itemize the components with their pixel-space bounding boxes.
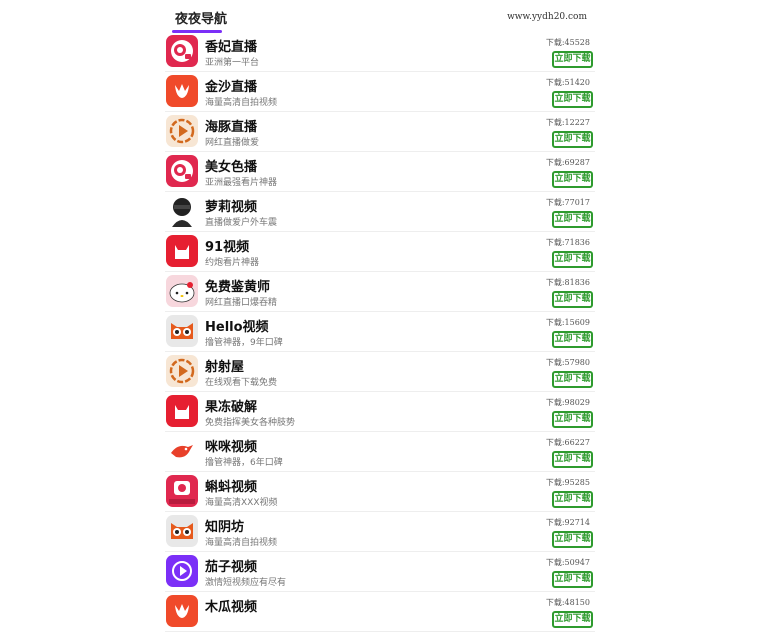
download-button[interactable]: 立即下载 — [552, 531, 593, 548]
app-name[interactable]: 蝌蚪视频 — [205, 476, 257, 495]
app-row[interactable]: 免费鉴黄师网红直播口爆吞精 下载:81836 立即下载 — [165, 273, 595, 312]
page: 夜夜导航 www.yydh20.com 香妃直播亚洲第一平台 下载:45528 立即… — [165, 0, 595, 633]
app-name[interactable]: 91视频 — [205, 236, 249, 255]
download-count: 下载:98029 — [545, 398, 590, 407]
download-count: 下载:15609 — [545, 318, 590, 327]
app-description: 激情短视频应有尽有 — [205, 578, 287, 588]
download-count: 下载:69287 — [545, 158, 590, 167]
play-icon[interactable] — [166, 355, 198, 387]
download-button[interactable]: 立即下载 — [552, 491, 593, 508]
download-count: 下载:95285 — [545, 478, 590, 487]
app-description: 海量高清XXX视频 — [205, 498, 278, 508]
app-name[interactable]: 茄子视频 — [205, 556, 257, 575]
hello-kitty-icon[interactable] — [166, 275, 198, 307]
app-row[interactable]: 果冻破解免费指挥美女各种肢势 下载:98029 立即下载 — [165, 393, 595, 432]
app-description: 撸管神器，6年口碑 — [205, 458, 283, 468]
download-button[interactable]: 立即下载 — [552, 411, 593, 428]
play-icon[interactable] — [166, 115, 198, 147]
app-description: 免费指挥美女各种肢势 — [205, 418, 296, 428]
app-name[interactable]: 香妃直播 — [205, 36, 257, 55]
app-name[interactable]: 知阴坊 — [205, 516, 244, 535]
cat-icon[interactable] — [166, 235, 198, 267]
app-row[interactable]: 射射屋在线观看下载免费 下载:57980 立即下载 — [165, 353, 595, 392]
download-count: 下载:48150 — [545, 598, 590, 607]
app-row[interactable]: 91视频约炮看片神器 下载:71836 立即下载 — [165, 233, 595, 272]
download-button[interactable]: 立即下载 — [552, 131, 593, 148]
download-button[interactable]: 立即下载 — [552, 291, 593, 308]
app-row[interactable]: 茄子视频激情短视频应有尽有 下载:50947 立即下载 — [165, 553, 595, 592]
app-row[interactable]: 咪咪视频撸管神器，6年口碑 下载:66227 立即下载 — [165, 433, 595, 472]
download-count: 下载:12227 — [545, 118, 590, 127]
app-description: 网红直播做爱 — [205, 138, 260, 148]
app-description: 海量高清自拍视频 — [205, 98, 278, 108]
download-button[interactable]: 立即下载 — [552, 211, 593, 228]
tulip-icon[interactable] — [166, 75, 198, 107]
camera-icon[interactable] — [166, 155, 198, 187]
camera-icon[interactable] — [166, 35, 198, 67]
download-count: 下载:77017 — [545, 198, 590, 207]
raccoon-icon[interactable] — [166, 315, 198, 347]
app-name[interactable]: 海豚直播 — [205, 116, 257, 135]
app-row[interactable]: 蝌蚪视频海量高清XXX视频 下载:95285 立即下载 — [165, 473, 595, 512]
play-circle-icon[interactable] — [166, 555, 198, 587]
download-button[interactable]: 立即下载 — [552, 331, 593, 348]
kedou-app-icon[interactable] — [166, 475, 198, 507]
download-count: 下载:71836 — [545, 238, 590, 247]
app-description: 海量高清自拍视频 — [205, 538, 278, 548]
app-row[interactable]: 萝莉视频直播做爱户外车震 下载:77017 立即下载 — [165, 193, 595, 232]
anime-avatar-icon[interactable] — [166, 195, 198, 227]
cat-icon[interactable] — [166, 395, 198, 427]
page-title[interactable]: 夜夜导航 — [175, 8, 227, 27]
app-description: 直播做爱户外车震 — [205, 218, 278, 228]
app-row[interactable]: 知阴坊海量高清自拍视频 下载:92714 立即下载 — [165, 513, 595, 552]
app-name[interactable]: 金沙直播 — [205, 76, 257, 95]
download-button[interactable]: 立即下载 — [552, 51, 593, 68]
app-name[interactable]: 萝莉视频 — [205, 196, 257, 215]
app-row[interactable]: 木瓜视频 下载:48150 立即下载 — [165, 593, 595, 632]
app-name[interactable]: 木瓜视频 — [205, 596, 257, 615]
bird-icon[interactable] — [166, 435, 198, 467]
app-name[interactable]: Hello视频 — [205, 316, 269, 335]
download-count: 下载:92714 — [545, 518, 590, 527]
download-button[interactable]: 立即下载 — [552, 451, 593, 468]
app-name[interactable]: 美女色播 — [205, 156, 257, 175]
app-description: 亚洲第一平台 — [205, 58, 260, 68]
app-description: 撸管神器，9年口碑 — [205, 338, 283, 348]
app-name[interactable]: 咪咪视频 — [205, 436, 257, 455]
app-row[interactable]: 金沙直播海量高清自拍视频 下载:51420 立即下载 — [165, 73, 595, 112]
download-button[interactable]: 立即下载 — [552, 91, 593, 108]
download-count: 下载:57980 — [545, 358, 590, 367]
download-button[interactable]: 立即下载 — [552, 251, 593, 268]
download-count: 下载:66227 — [545, 438, 590, 447]
site-url: www.yydh20.com — [507, 12, 587, 22]
download-button[interactable]: 立即下载 — [552, 571, 593, 588]
download-count: 下载:81836 — [545, 278, 590, 287]
app-list: 香妃直播 亚洲第一平台 下载:45528 立即下载 金沙直播 海量高清自拍视频 下载:514… — [165, 33, 595, 632]
download-button[interactable]: 立即下载 — [552, 371, 593, 388]
raccoon-icon[interactable] — [166, 515, 198, 547]
app-description: 亚洲最强看片神器 — [205, 178, 278, 188]
download-count: 下载:50947 — [545, 558, 590, 567]
download-button[interactable]: 立即下载 — [552, 611, 593, 628]
app-row[interactable]: 香妃直播亚洲第一平台 下载:45528 立即下载 — [165, 33, 595, 72]
app-row[interactable]: 美女色播亚洲最强看片神器 下载:69287 立即下载 — [165, 153, 595, 192]
app-description: 约炮看片神器 — [205, 258, 260, 268]
download-button[interactable]: 立即下载 — [552, 171, 593, 188]
app-name[interactable]: 果冻破解 — [205, 396, 257, 415]
app-description: 在线观看下载免费 — [205, 378, 278, 388]
header: 夜夜导航 www.yydh20.com — [165, 0, 595, 33]
app-row[interactable]: Hello视频撸管神器，9年口碑 下载:15609 立即下载 — [165, 313, 595, 352]
app-name[interactable]: 射射屋 — [205, 356, 244, 375]
app-name[interactable]: 免费鉴黄师 — [205, 276, 270, 295]
download-count: 下载:45528 — [545, 38, 590, 47]
app-description: 网红直播口爆吞精 — [205, 298, 278, 308]
download-count: 下载:51420 — [545, 78, 590, 87]
app-row[interactable]: 海豚直播网红直播做爱 下载:12227 立即下载 — [165, 113, 595, 152]
